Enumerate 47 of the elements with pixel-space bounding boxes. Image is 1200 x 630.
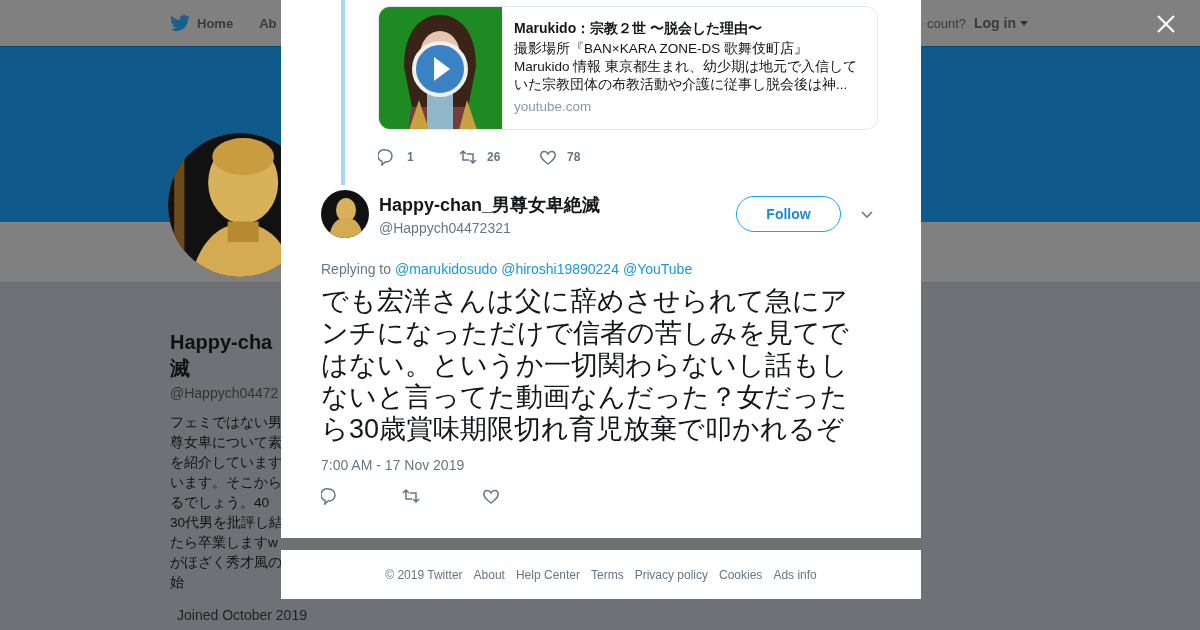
mention-link[interactable]: @marukidosudo <box>395 261 498 277</box>
footer-link[interactable]: Ads info <box>773 567 817 582</box>
bio-text: がほざく秀才風の <box>170 554 282 572</box>
footer-link[interactable]: © 2019 Twitter <box>385 567 463 582</box>
heart-icon[interactable] <box>481 487 501 505</box>
tweet-text: でも宏洋さんは父に辞めさせられて急にアンチになっただけで信者の苦しみを見てではない。というか一切関わらないし話もしないと言ってた動画なんだった？女だったら30歳賞味期限切れ育児放棄で叩かれるぞ <box>321 285 850 445</box>
bio-text: います。そこから <box>170 474 282 492</box>
repeat-arrows-icon[interactable] <box>458 148 478 166</box>
follow-button[interactable]: Follow <box>736 196 841 232</box>
bio-text: 始 <box>170 574 184 592</box>
repeat-arrows-icon[interactable] <box>401 487 421 505</box>
user-handle: @Happych04472321 <box>379 219 512 236</box>
action-count: 1 <box>407 150 414 164</box>
profile-name: Happy-cha <box>170 330 274 355</box>
close-icon <box>1157 15 1175 33</box>
bio-text: を紹介しています <box>170 454 282 472</box>
nav-link[interactable]: Ab <box>259 14 277 32</box>
card-title: Marukido：宗教２世 〜脱会した理由〜 <box>514 19 764 38</box>
bio-text: るでしょう。40 <box>170 494 270 512</box>
bio-text: フェミではない男 <box>170 414 282 432</box>
action-count: 26 <box>487 150 501 164</box>
tweet-timestamp[interactable]: 7:00 AM - 17 Nov 2019 <box>321 457 881 473</box>
account-prompt: count? <box>926 15 966 31</box>
heart-icon[interactable] <box>538 148 558 166</box>
footer-link[interactable]: Help Center <box>515 567 580 582</box>
nav-link[interactable]: Home <box>170 14 234 32</box>
login-link[interactable]: Log in <box>974 15 1016 31</box>
card-domain: youtube.com <box>514 99 593 114</box>
bio-text: たら卒業しますw <box>170 534 278 552</box>
profile-name: 滅 <box>170 356 191 381</box>
mention-link[interactable]: @hiroshi19890224 <box>501 261 619 277</box>
action-count: 78 <box>567 150 581 164</box>
mention-link[interactable]: @YouTube <box>622 261 693 277</box>
bird-icon <box>170 14 190 32</box>
footer-link[interactable]: About <box>473 567 505 582</box>
footer-link[interactable]: Terms <box>591 567 624 582</box>
user-name: Happy-chan_男尊女卑絶滅 <box>379 193 602 217</box>
caret-icon <box>1020 20 1028 26</box>
profile-handle: @Happych04472 <box>170 385 280 401</box>
chevron-down-icon[interactable] <box>861 210 873 218</box>
footer-link[interactable]: Privacy policy <box>634 567 708 582</box>
bio-text: 尊女卑について素 <box>170 434 282 452</box>
joined-date: Joined October 2019 <box>177 607 307 623</box>
card-description: 撮影場所『BAN×KARA ZONE-DS 歌舞伎町店』 Marukido 情報 東京都生まれ、幼少期は地元で入信していた宗教団体の布教活動や介護に従事し脱会後は神... <box>514 40 859 94</box>
replying-label: Replying to <box>321 261 392 277</box>
footer-link[interactable]: Cookies <box>719 567 763 582</box>
link-card[interactable]: Marukido：宗教２世 〜脱会した理由〜 撮影場所『BAN×KARA ZONE-DS 歌舞伎町店』 Marukido 情報 東京都生まれ、幼少期は地元で入信していた宗教団体の布教活動や介護に従事し脱会後は神... youtube.com <box>378 6 878 130</box>
